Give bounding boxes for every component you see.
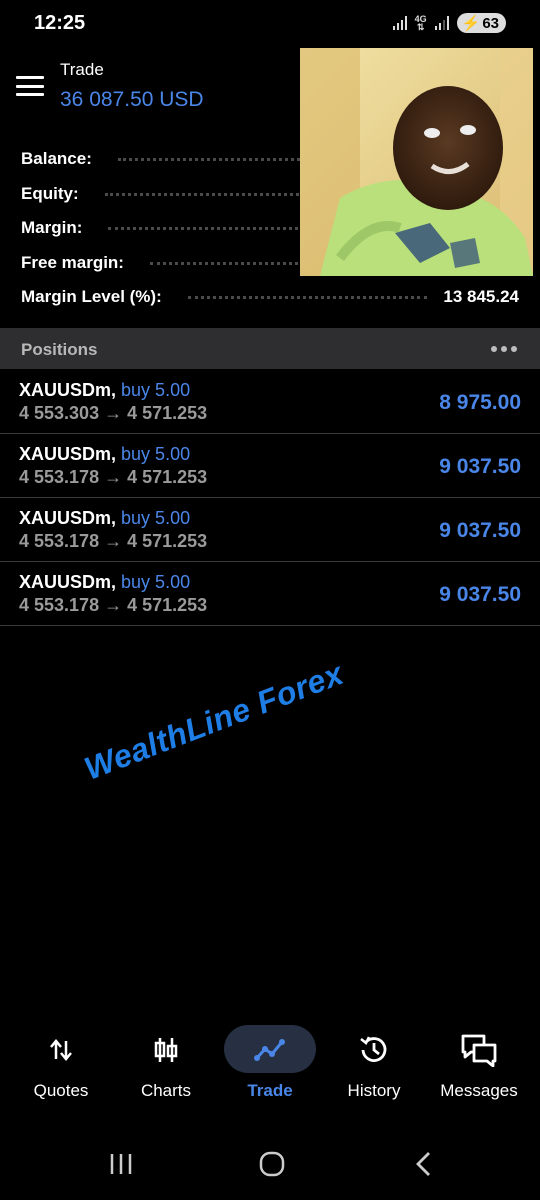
overlay-photo [300, 48, 533, 276]
summary-value: 13 845.24 [443, 287, 519, 306]
nav-label: Trade [247, 1081, 293, 1100]
summary-label: Free margin: [21, 253, 124, 272]
signal-icon [392, 16, 407, 30]
recent-apps-icon[interactable] [108, 1152, 134, 1181]
more-options-icon[interactable] [491, 346, 517, 352]
position-row[interactable]: XAUUSDm, buy 5.00 4 553.178 → 4 571.253 … [0, 562, 540, 626]
position-title: XAUUSDm, buy 5.00 [19, 508, 190, 529]
position-side: buy 5.00 [121, 444, 191, 464]
nav-trade[interactable]: Trade [224, 1025, 316, 1105]
history-icon [324, 1025, 424, 1075]
position-side: buy 5.00 [121, 380, 191, 400]
position-title: XAUUSDm, buy 5.00 [19, 444, 190, 465]
nav-label: Quotes [33, 1081, 89, 1100]
home-icon[interactable] [258, 1150, 286, 1183]
position-prices: 4 553.303 → 4 571.253 [19, 403, 208, 423]
charging-icon: ⚡ [461, 15, 481, 32]
page-title: Trade [60, 60, 104, 79]
network-type: 4G ⇅ [414, 14, 427, 32]
position-profit: 8 975.00 [439, 391, 521, 414]
network-label: 4G [414, 14, 427, 24]
summary-label: Equity: [21, 184, 79, 203]
system-nav-bar [0, 1144, 540, 1184]
position-title: XAUUSDm, buy 5.00 [19, 380, 190, 401]
nav-history[interactable]: History [324, 1025, 424, 1105]
battery-indicator: ⚡ 63 [456, 13, 506, 33]
messages-icon [429, 1025, 529, 1075]
quotes-icon [11, 1025, 111, 1075]
position-row[interactable]: XAUUSDm, buy 5.00 4 553.178 → 4 571.253 … [0, 434, 540, 498]
status-icons: 4G ⇅ ⚡ 63 [392, 13, 506, 33]
dotted-leader [187, 295, 428, 299]
position-profit: 9 037.50 [439, 583, 521, 606]
position-side: buy 5.00 [121, 508, 191, 528]
watermark-text: WealthLine Forex [79, 654, 349, 787]
position-row[interactable]: XAUUSDm, buy 5.00 4 553.303 → 4 571.253 … [0, 370, 540, 434]
summary-label: Margin: [21, 218, 83, 237]
position-row[interactable]: XAUUSDm, buy 5.00 4 553.178 → 4 571.253 … [0, 498, 540, 562]
position-prices: 4 553.178 → 4 571.253 [19, 467, 208, 487]
positions-title: Positions [21, 340, 98, 359]
summary-label: Balance: [21, 149, 92, 168]
position-prices: 4 553.178 → 4 571.253 [19, 531, 208, 551]
summary-margin-level: Margin Level (%): 13 845.24 [21, 285, 519, 309]
child-photo-image [300, 48, 533, 276]
battery-level: 63 [482, 14, 499, 32]
menu-icon[interactable] [16, 76, 44, 96]
position-prices: 4 553.178 → 4 571.253 [19, 595, 208, 615]
nav-label: Messages [440, 1081, 518, 1100]
header-balance: 36 087.50 USD [60, 88, 204, 111]
position-profit: 9 037.50 [439, 455, 521, 478]
nav-quotes[interactable]: Quotes [11, 1025, 111, 1105]
status-time: 12:25 [34, 12, 86, 34]
back-icon[interactable] [412, 1150, 434, 1183]
position-profit: 9 037.50 [439, 519, 521, 542]
position-symbol: XAUUSDm, [19, 444, 117, 464]
summary-label: Margin Level (%): [21, 287, 162, 306]
position-symbol: XAUUSDm, [19, 572, 117, 592]
signal-icon-2 [434, 16, 449, 30]
position-title: XAUUSDm, buy 5.00 [19, 572, 190, 593]
position-side: buy 5.00 [121, 572, 191, 592]
positions-section-header: Positions [0, 328, 540, 369]
position-symbol: XAUUSDm, [19, 508, 117, 528]
position-symbol: XAUUSDm, [19, 380, 117, 400]
nav-label: History [347, 1081, 401, 1100]
charts-icon [116, 1025, 216, 1075]
nav-charts[interactable]: Charts [116, 1025, 216, 1105]
nav-label: Charts [140, 1081, 192, 1100]
trade-icon [224, 1025, 316, 1075]
nav-messages[interactable]: Messages [429, 1025, 529, 1105]
status-bar: 12:25 4G ⇅ ⚡ 63 [0, 0, 540, 48]
